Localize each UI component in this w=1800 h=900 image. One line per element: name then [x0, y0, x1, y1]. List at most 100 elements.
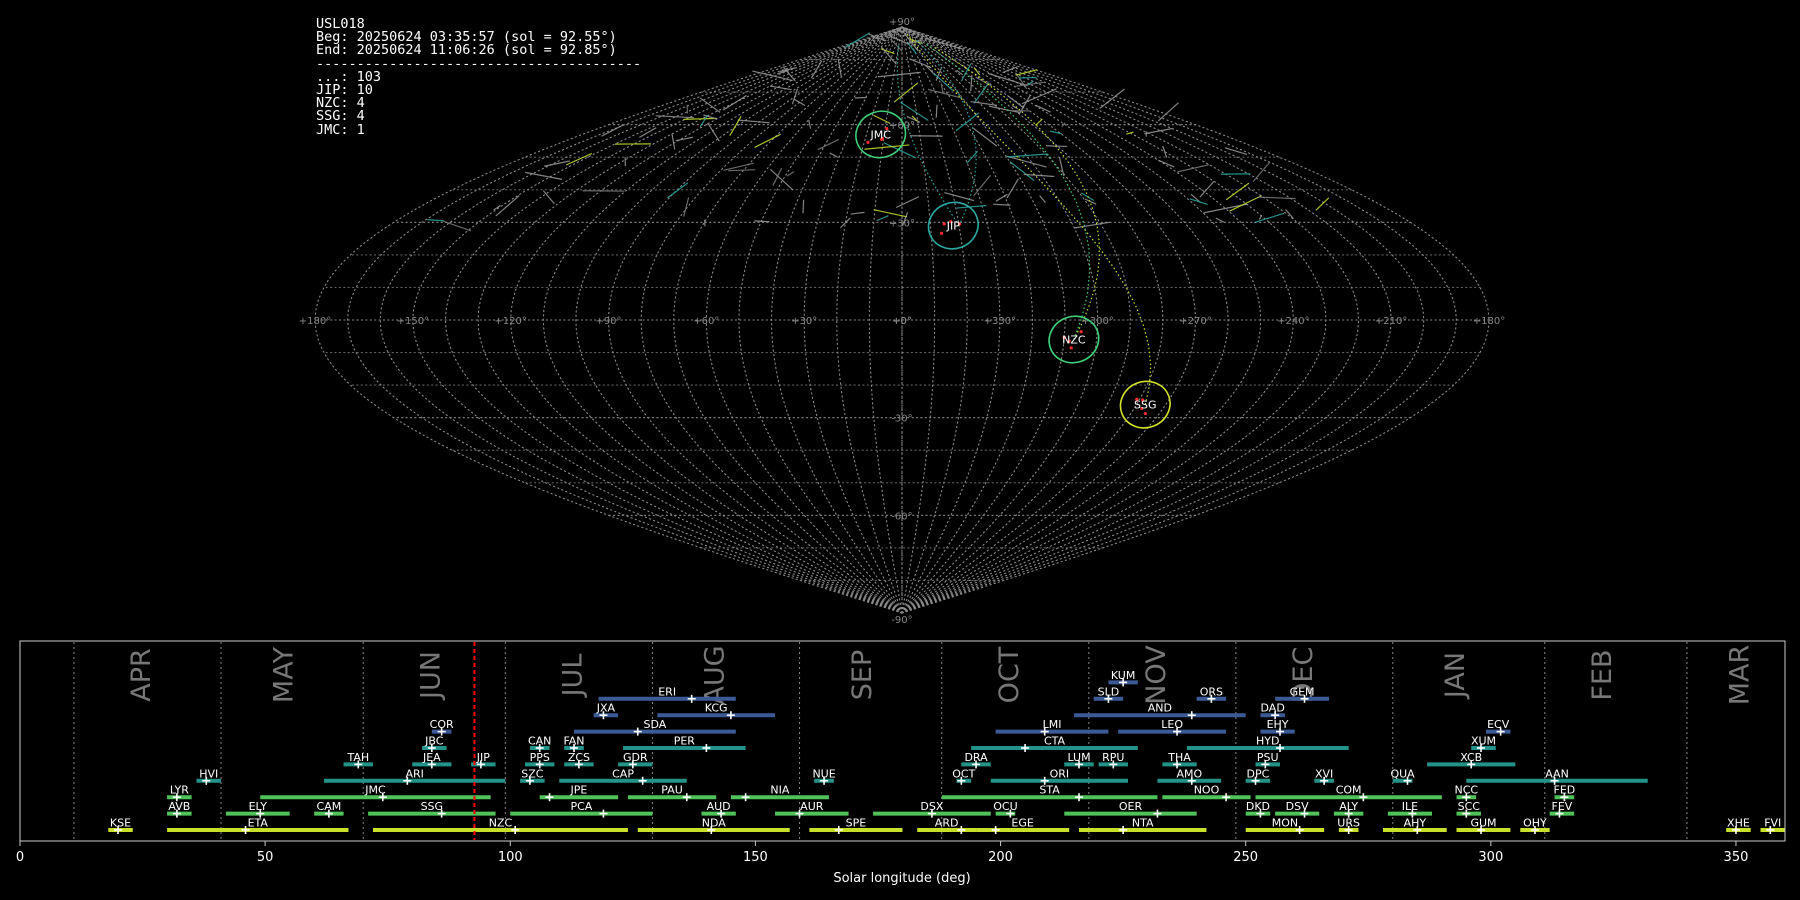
longitude-label: +270° — [1179, 316, 1211, 327]
radiant-label: NZC — [1062, 334, 1086, 347]
shower-label: ERI — [658, 685, 676, 698]
shower-label: XCB — [1460, 751, 1482, 764]
shower-label: XUM — [1471, 735, 1496, 748]
month-label: SEP — [847, 650, 878, 700]
x-tick-label: 50 — [257, 850, 274, 865]
month-label: JUN — [415, 651, 446, 701]
meteor-arc — [915, 39, 977, 226]
meteor-trail — [1162, 145, 1168, 158]
meteor-trail — [683, 197, 690, 217]
shower-label: NDA — [702, 817, 727, 830]
shower-label: PPS — [530, 751, 550, 764]
shower-label: AAN — [1545, 767, 1569, 780]
shower-label: CAM — [317, 800, 342, 813]
meteor-trail — [671, 133, 676, 150]
radiant-label: JMC — [869, 128, 891, 141]
meteor-trail — [543, 160, 570, 167]
x-tick-label: 100 — [498, 850, 523, 865]
month-label: OCT — [994, 646, 1025, 703]
meteor-trail — [786, 171, 795, 177]
shower-label: NTA — [1132, 817, 1154, 830]
x-tick-label: 300 — [1478, 850, 1503, 865]
meteor-trail — [1189, 198, 1208, 206]
shower-label: JEA — [422, 751, 441, 764]
shower-label: AUR — [800, 800, 824, 813]
meteor-trail — [1252, 162, 1270, 182]
shower-label: AHY — [1404, 817, 1427, 830]
shower-label: ILE — [1402, 800, 1418, 813]
meteor-trail — [772, 167, 783, 186]
latitude-label: +0° — [892, 316, 912, 327]
meteor-trail — [639, 127, 657, 138]
meteor-trail — [728, 169, 756, 172]
shower-label: NZC — [489, 817, 513, 830]
longitude-label: +300° — [1081, 316, 1113, 327]
shower-label: KSE — [110, 817, 131, 830]
shower-label: STA — [1039, 784, 1060, 797]
shower-label: COR — [430, 718, 454, 731]
shower-label: ARI — [405, 767, 423, 780]
shower-label: NIA — [770, 784, 789, 797]
shower-label: LUM — [1067, 751, 1090, 764]
longitude-label: +330° — [984, 316, 1016, 327]
shower-timeline: APR MAY JUN JUL AUG SEP OCT NOV DEC JAN FEB MAR KUM… — [16, 640, 1786, 886]
meteor-trail — [754, 220, 770, 223]
meteor-trail — [935, 104, 938, 118]
meteor-trail — [675, 136, 694, 142]
shower-label: PER — [674, 735, 696, 748]
shower-label: NCC — [1455, 784, 1479, 797]
shower-label: ARD — [935, 817, 959, 830]
longitude-label: +150° — [397, 316, 429, 327]
meteor-trail — [995, 193, 1008, 202]
meteor-trail — [1257, 196, 1296, 200]
meteor-trail — [1002, 66, 1018, 74]
month-label: APR — [126, 648, 157, 702]
shower-label: DKD — [1246, 800, 1270, 813]
longitude-label: +90° — [595, 316, 621, 327]
meteor-trail — [970, 74, 973, 92]
month-label: FEB — [1587, 649, 1618, 700]
shower-bars: KUM ERI SLD ORS GEM JXA KCG AND DAD COR SDA LMI LEO E… — [108, 669, 1785, 834]
shower-label: ECV — [1487, 718, 1510, 731]
shower-label: SLD — [1098, 685, 1120, 698]
month-label: JUL — [558, 654, 589, 699]
sky-map: +180° +150° +120° +90° +60° +30° +0° +330° +300°… — [299, 17, 1505, 626]
radiant-label: SSG — [1134, 399, 1157, 412]
meteor-trail — [1144, 127, 1173, 135]
shower-label: ELY — [249, 800, 268, 813]
shower-label: COM — [1336, 784, 1362, 797]
latitude-label: -90° — [891, 615, 912, 626]
shower-label: TAH — [346, 751, 369, 764]
shower-label: SDA — [644, 718, 667, 731]
meteor-trail — [987, 72, 1028, 87]
meteor-trail — [443, 220, 472, 232]
x-axis: 0 50 100 150 200 250 300 350 — [16, 841, 1748, 865]
shower-label: AMO — [1176, 767, 1202, 780]
meteor-trail — [427, 219, 445, 222]
meteor-trail — [808, 119, 812, 129]
radiant-label: JIP — [946, 220, 960, 233]
shower-label: PSU — [1257, 751, 1279, 764]
month-label: AUG — [700, 645, 731, 704]
shower-label: AVB — [168, 800, 190, 813]
shower-label: JXA — [596, 702, 616, 715]
month-label: MAR — [1724, 645, 1755, 706]
meteor-trail — [893, 82, 919, 103]
shower-label: EHY — [1267, 718, 1289, 731]
shower-label: CTA — [1044, 735, 1066, 748]
meteor-trail — [1215, 217, 1225, 223]
shower-label: RPU — [1102, 751, 1124, 764]
shower-label: JMC — [364, 784, 386, 797]
meteor-trail — [525, 171, 563, 180]
meteor-trail — [1199, 180, 1215, 198]
meteor-trail — [791, 88, 799, 105]
shower-label: XHE — [1727, 817, 1750, 830]
shower-label: DSV — [1286, 800, 1309, 813]
shower-label: QUA — [1390, 767, 1415, 780]
x-tick-label: 200 — [988, 850, 1013, 865]
shower-label: DAD — [1261, 702, 1285, 715]
meteor-trail — [802, 199, 805, 214]
shower-label: GDR — [623, 751, 648, 764]
meteor-trail — [940, 83, 944, 93]
shower-label: OCT — [952, 767, 975, 780]
